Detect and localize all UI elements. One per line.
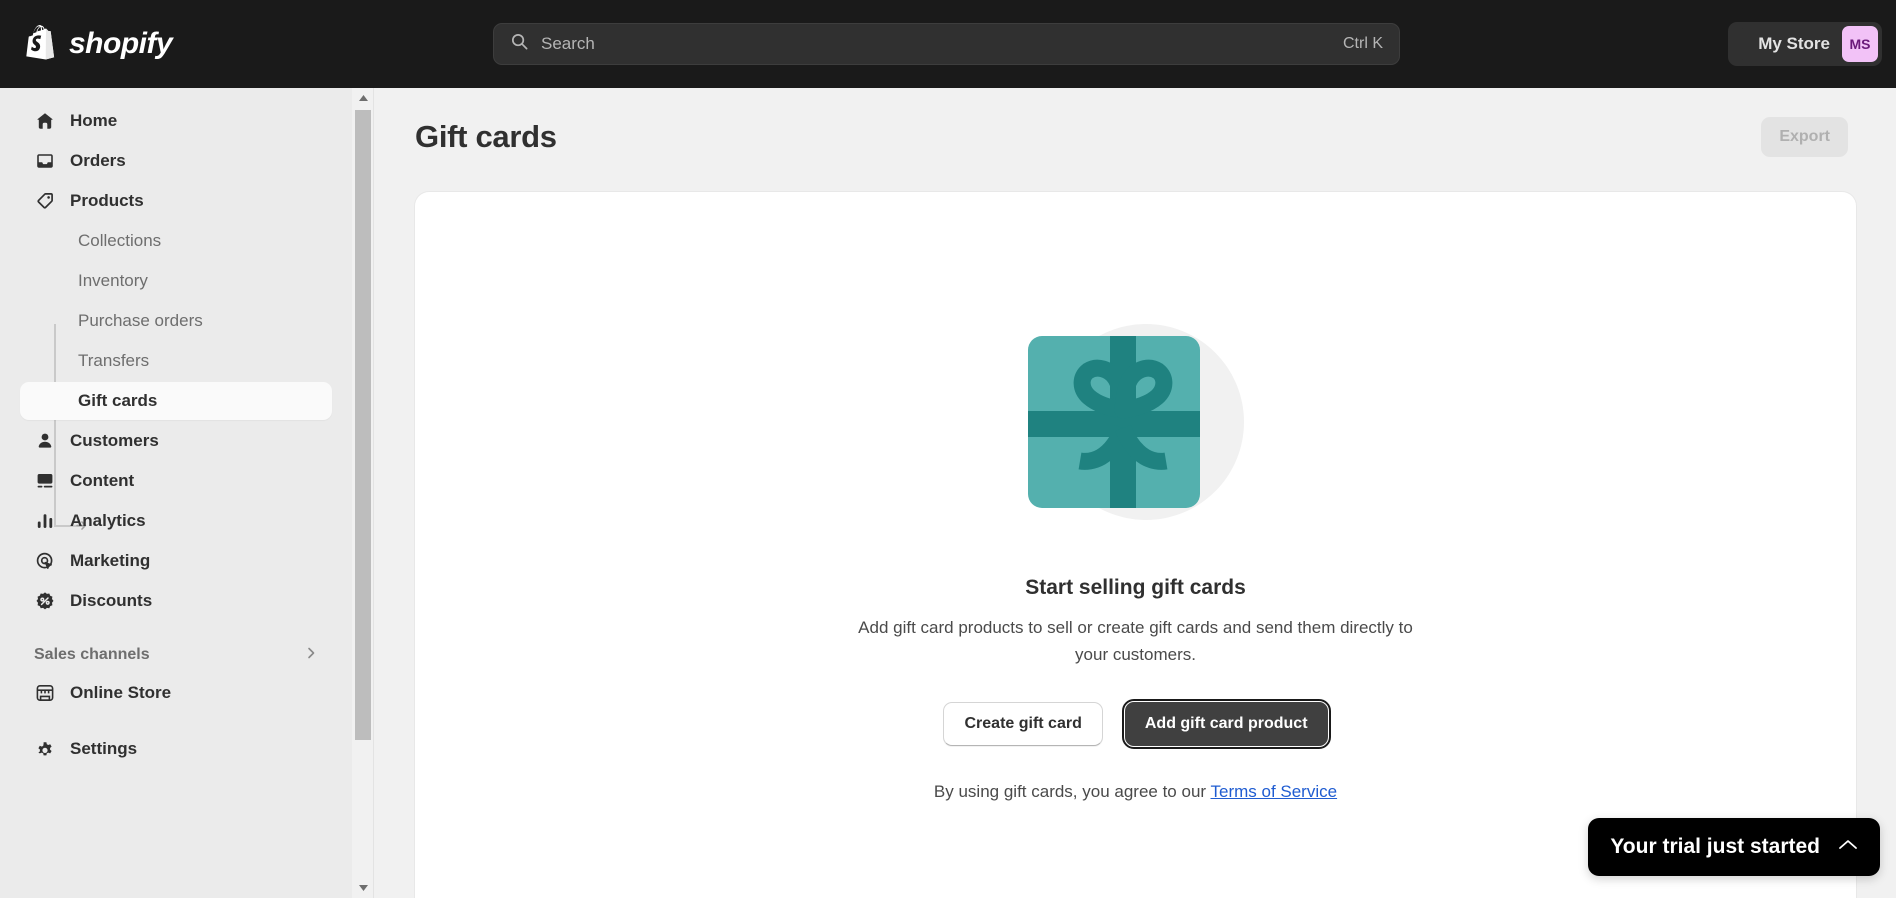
store-name: My Store (1758, 34, 1830, 53)
shopify-bag-logo-icon (26, 25, 60, 63)
sidebar-item-home[interactable]: Home (20, 102, 332, 140)
sidebar-item-label: Online Store (70, 683, 172, 702)
page-header: Gift cards Export (375, 88, 1896, 164)
empty-state-heading: Start selling gift cards (1025, 576, 1246, 599)
search-placeholder: Search (541, 34, 595, 53)
marketing-target-icon (34, 550, 56, 572)
sidebar-item-label: Marketing (70, 551, 151, 570)
brand-name: shopify (69, 27, 173, 60)
analytics-bars-icon (34, 510, 56, 532)
orders-inbox-icon (34, 150, 56, 172)
empty-state: Start selling gift cards Add gift card p… (415, 192, 1856, 802)
products-tag-icon (34, 190, 56, 212)
sidebar-item-label: Home (70, 111, 118, 130)
sidebar-item-label: Content (70, 471, 135, 490)
caret-up-icon (358, 89, 369, 107)
sidebar-item-label: Settings (70, 739, 138, 758)
sidebar-item-discounts[interactable]: Discounts (20, 582, 332, 620)
add-gift-card-product-button[interactable]: Add gift card product (1121, 699, 1331, 750)
sidebar-item-collections[interactable]: Collections (20, 222, 332, 260)
search-shortcut-hint: Ctrl K (1343, 35, 1383, 52)
page-title: Gift cards (415, 119, 557, 154)
terms-of-service-line: By using gift cards, you agree to our Te… (934, 782, 1337, 802)
online-store-icon (34, 682, 56, 704)
search-icon (510, 32, 529, 56)
sidebar-item-online-store[interactable]: Online Store (20, 674, 332, 712)
scroll-up-button[interactable] (352, 88, 374, 108)
sidebar-item-label: Orders (70, 151, 126, 170)
sidebar-item-content[interactable]: Content (20, 462, 332, 500)
scrollbar-thumb[interactable] (355, 110, 371, 740)
sidebar-section-sales-channels[interactable]: Sales channels (20, 638, 332, 672)
trial-banner-text: Your trial just started (1610, 835, 1820, 858)
store-menu-button[interactable]: My Store MS (1742, 22, 1882, 66)
sidebar-item-label: Customers (70, 431, 159, 450)
export-button[interactable]: Export (1761, 117, 1848, 157)
sidebar-item-label: Gift cards (78, 391, 158, 410)
avatar: MS (1842, 26, 1878, 62)
top-bar: shopify Search Ctrl K My Store MS (0, 0, 1896, 88)
scroll-down-button[interactable] (352, 878, 374, 898)
sidebar-item-transfers[interactable]: Transfers (20, 342, 332, 380)
sidebar-item-label: Analytics (70, 511, 146, 530)
content-image-icon (34, 470, 56, 492)
sidebar-item-settings[interactable]: Settings (20, 730, 332, 768)
empty-state-description: Add gift card products to sell or create… (858, 618, 1413, 665)
empty-state-actions: Create gift card Add gift card product (943, 699, 1331, 750)
sidebar: Home Orders Products Collections Invento… (0, 88, 352, 898)
sidebar-scrollbar[interactable] (352, 88, 374, 898)
gear-icon (34, 738, 56, 760)
terms-of-service-link[interactable]: Terms of Service (1210, 782, 1337, 801)
tos-prefix-text: By using gift cards, you agree to our (933, 782, 1211, 802)
sidebar-item-label: Discounts (70, 591, 153, 610)
create-gift-card-button[interactable]: Create gift card (943, 702, 1103, 747)
sidebar-item-label: Products (70, 191, 144, 210)
chevron-right-icon (304, 646, 318, 665)
gift-cards-card: Start selling gift cards Add gift card p… (415, 192, 1856, 898)
gift-card-with-bow-illustration (1006, 310, 1266, 540)
main-content: Gift cards Export Start selling gift car… (375, 88, 1896, 898)
sidebar-item-label: Collections (78, 231, 162, 250)
sidebar-item-inventory[interactable]: Inventory (20, 262, 332, 300)
sidebar-item-marketing[interactable]: Marketing (20, 542, 332, 580)
sidebar-section-label: Sales channels (34, 646, 150, 663)
caret-down-icon (358, 879, 369, 897)
sidebar-item-customers[interactable]: Customers (20, 422, 332, 460)
sidebar-item-label: Purchase orders (78, 311, 203, 330)
chevron-up-icon (1838, 838, 1858, 856)
sidebar-item-gift-cards[interactable]: Gift cards (20, 382, 332, 420)
shopify-logo[interactable]: shopify (26, 25, 173, 63)
sidebar-item-products[interactable]: Products (20, 182, 332, 220)
sidebar-item-label: Inventory (78, 271, 148, 290)
sidebar-item-label: Transfers (78, 351, 150, 370)
discounts-percent-icon (34, 590, 56, 612)
sidebar-item-analytics[interactable]: Analytics (20, 502, 332, 540)
home-icon (34, 110, 56, 132)
trial-banner[interactable]: Your trial just started (1588, 818, 1880, 876)
customers-person-icon (34, 430, 56, 452)
sidebar-item-purchase-orders[interactable]: Purchase orders (20, 302, 332, 340)
sidebar-item-orders[interactable]: Orders (20, 142, 332, 180)
search-input[interactable]: Search Ctrl K (493, 23, 1400, 65)
